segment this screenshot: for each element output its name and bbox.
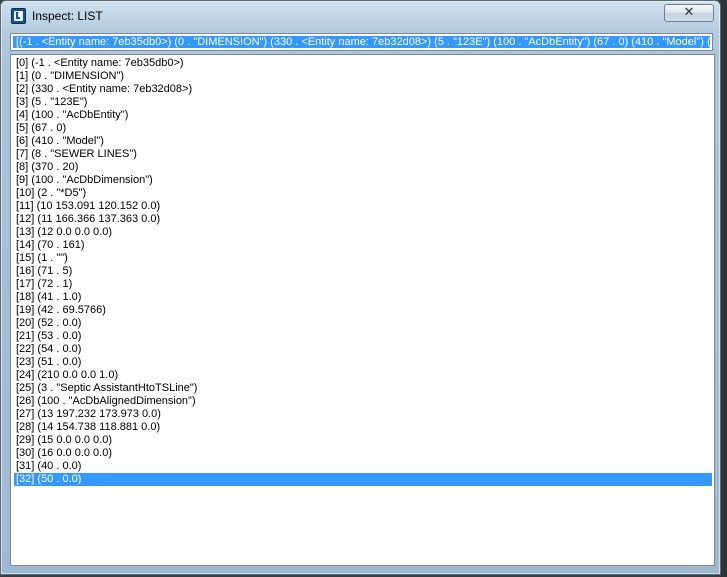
list-item[interactable]: [22] (54 . 0.0): [14, 343, 712, 356]
list-item[interactable]: [8] (370 . 20): [14, 161, 712, 174]
list-item[interactable]: [19] (42 . 69.5766): [14, 304, 712, 317]
list-items: [0] (-1 . <Entity name: 7eb35db0>) [1] (0…: [14, 57, 712, 486]
list-item[interactable]: [6] (410 . "Model"): [14, 135, 712, 148]
app-icon: [11, 8, 26, 24]
list-item[interactable]: [21] (53 . 0.0): [14, 330, 712, 343]
list-summary-field[interactable]: [(-1 . <Entity name: 7eb35db0>) (0 . "DI…: [10, 33, 713, 51]
list-item[interactable]: [29] (15 0.0 0.0 0.0): [14, 434, 712, 447]
list-item[interactable]: [31] (40 . 0.0): [14, 460, 712, 473]
list-item[interactable]: [0] (-1 . <Entity name: 7eb35db0>): [14, 57, 712, 70]
list-item[interactable]: [1] (0 . "DIMENSION"): [14, 70, 712, 83]
list-item[interactable]: [14] (70 . 161): [14, 239, 712, 252]
window-title: Inspect: LIST: [32, 9, 103, 23]
close-icon: ✕: [683, 5, 695, 20]
list-item[interactable]: [27] (13 197.232 173.973 0.0): [14, 408, 712, 421]
list-item[interactable]: [13] (12 0.0 0.0 0.0): [14, 226, 712, 239]
list-item[interactable]: [16] (71 . 5): [14, 265, 712, 278]
list-item[interactable]: [2] (330 . <Entity name: 7eb32d08>): [14, 83, 712, 96]
list-item[interactable]: [12] (11 166.366 137.363 0.0): [14, 213, 712, 226]
list-item[interactable]: [7] (8 . "SEWER LINES"): [14, 148, 712, 161]
list-item[interactable]: [18] (41 . 1.0): [14, 291, 712, 304]
list-item[interactable]: [3] (5 . "123E"): [14, 96, 712, 109]
list-item[interactable]: [17] (72 . 1): [14, 278, 712, 291]
list-item-selected[interactable]: [32] (50 . 0.0): [14, 473, 712, 486]
list-item[interactable]: [4] (100 . "AcDbEntity"): [14, 109, 712, 122]
list-item[interactable]: [10] (2 . "*D5"): [14, 187, 712, 200]
inspect-window: Inspect: LIST ✕ [(-1 . <Entity name: 7eb…: [0, 0, 721, 575]
list-item[interactable]: [30] (16 0.0 0.0 0.0): [14, 447, 712, 460]
list-item[interactable]: [26] (100 . "AcDbAlignedDimension"): [14, 395, 712, 408]
list-item[interactable]: [20] (52 . 0.0): [14, 317, 712, 330]
list-item[interactable]: [23] (51 . 0.0): [14, 356, 712, 369]
entity-data-list[interactable]: [0] (-1 . <Entity name: 7eb35db0>) [1] (0…: [10, 54, 715, 566]
list-item[interactable]: [24] (210 0.0 0.0 1.0): [14, 369, 712, 382]
desktop-background: [720, 0, 727, 577]
title-bar[interactable]: Inspect: LIST ✕: [1, 1, 720, 31]
list-item[interactable]: [15] (1 . ""): [14, 252, 712, 265]
list-item[interactable]: [25] (3 . "Septic AssistantHtoTSLine"): [14, 382, 712, 395]
list-summary-text: [(-1 . <Entity name: 7eb35db0>) (0 . "DI…: [13, 36, 710, 48]
list-item[interactable]: [28] (14 154.738 118.881 0.0): [14, 421, 712, 434]
list-item[interactable]: [11] (10 153.091 120.152 0.0): [14, 200, 712, 213]
close-button[interactable]: ✕: [664, 4, 714, 22]
list-item[interactable]: [9] (100 . "AcDbDimension"): [14, 174, 712, 187]
list-item[interactable]: [5] (67 . 0): [14, 122, 712, 135]
